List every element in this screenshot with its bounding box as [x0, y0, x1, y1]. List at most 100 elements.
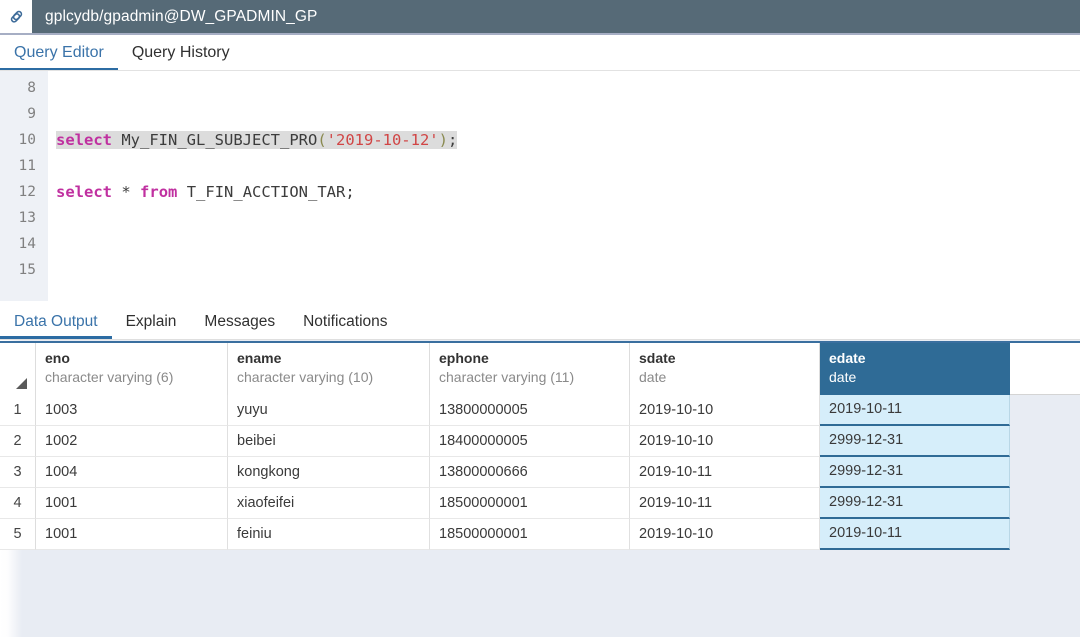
editor-line: 8	[0, 75, 1080, 101]
cell-ephone[interactable]: 13800000666	[430, 457, 630, 488]
grid-column-header-ephone[interactable]: ephone character varying (11)	[430, 343, 630, 395]
code-token: My_FIN_GL_SUBJECT_PRO	[121, 131, 318, 149]
column-type: character varying (10)	[237, 369, 374, 385]
column-name: ephone	[439, 350, 489, 366]
row-number[interactable]: 4	[0, 488, 36, 519]
table-row[interactable]: 2 1002 beibei 18400000005 2019-10-10 2999-12-…	[0, 426, 1080, 457]
grid-column-header-edate[interactable]: edate date	[820, 343, 1010, 395]
cell-edate[interactable]: 2999-12-31	[820, 457, 1010, 488]
cell-edate[interactable]: 2999-12-31	[820, 426, 1010, 457]
code-token: )	[438, 131, 448, 149]
cell-sdate[interactable]: 2019-10-10	[630, 395, 820, 426]
editor-line-number: 8	[27, 80, 36, 96]
sql-editor[interactable]: 8 9 10 select My_FIN_GL_SUBJECT_PRO('2019-1…	[0, 71, 1080, 301]
editor-tabbar: Query Editor Query History	[0, 35, 1080, 71]
cell-edate[interactable]: 2019-10-11	[820, 519, 1010, 550]
cell-ephone[interactable]: 18400000005	[430, 426, 630, 457]
cell-sdate[interactable]: 2019-10-11	[630, 488, 820, 519]
connection-icon-box	[0, 0, 32, 33]
results-pane: Data Output Explain Messages Notificatio…	[0, 301, 1080, 637]
cell-ephone[interactable]: 18500000001	[430, 519, 630, 550]
cell-edate[interactable]: 2999-12-31	[820, 488, 1010, 519]
code-token: ;	[447, 131, 458, 149]
editor-line: 10 select My_FIN_GL_SUBJECT_PRO('2019-10-…	[0, 127, 1080, 153]
cell-eno[interactable]: 1001	[36, 519, 228, 550]
pgadmin-query-tool-window: gplcydb/gpadmin@DW_GPADMIN_GP Query Edit…	[0, 0, 1080, 637]
table-row[interactable]: 5 1001 feiniu 18500000001 2019-10-10 2019-10-…	[0, 519, 1080, 550]
editor-line-number: 12	[18, 184, 36, 200]
select-all-triangle-icon[interactable]	[16, 378, 27, 389]
code-token: ;	[345, 183, 355, 201]
code-token: *	[121, 183, 131, 201]
editor-line-number: 9	[27, 106, 36, 122]
table-row[interactable]: 4 1001 xiaofeifei 18500000001 2019-10-11 2999…	[0, 488, 1080, 519]
cell-eno[interactable]: 1004	[36, 457, 228, 488]
code-token: '2019-10-12'	[326, 131, 439, 149]
editor-line-number: 13	[18, 210, 36, 226]
column-name: eno	[45, 350, 70, 366]
cell-sdate[interactable]: 2019-10-10	[630, 426, 820, 457]
tab-explain[interactable]: Explain	[112, 312, 191, 339]
editor-code-area[interactable]: 8 9 10 select My_FIN_GL_SUBJECT_PRO('2019-1…	[0, 71, 1080, 283]
row-number[interactable]: 1	[0, 395, 36, 426]
tab-query-history[interactable]: Query History	[118, 43, 244, 71]
grid-corner-header[interactable]	[0, 343, 36, 395]
cell-sdate[interactable]: 2019-10-11	[630, 457, 820, 488]
cell-ename[interactable]: kongkong	[228, 457, 430, 488]
results-tabbar: Data Output Explain Messages Notificatio…	[0, 301, 1080, 339]
editor-code-line: select My_FIN_GL_SUBJECT_PRO('2019-10-12…	[56, 127, 458, 153]
column-type: date	[639, 369, 667, 385]
table-row[interactable]: 3 1004 kongkong 13800000666 2019-10-11 2999-1…	[0, 457, 1080, 488]
cell-edate[interactable]: 2019-10-11	[820, 395, 1010, 426]
cell-ename[interactable]: yuyu	[228, 395, 430, 426]
column-type: character varying (6)	[45, 369, 174, 385]
code-token: select	[56, 183, 112, 201]
grid-column-header-ename[interactable]: ename character varying (10)	[228, 343, 430, 395]
tab-messages[interactable]: Messages	[190, 312, 289, 339]
cell-sdate[interactable]: 2019-10-10	[630, 519, 820, 550]
table-row[interactable]: 1 1003 yuyu 13800000005 2019-10-10 2019-10-11	[0, 395, 1080, 426]
cell-ename[interactable]: feiniu	[228, 519, 430, 550]
editor-line: 15	[0, 257, 1080, 283]
cell-ename[interactable]: xiaofeifei	[228, 488, 430, 519]
editor-line-number: 14	[18, 236, 36, 252]
editor-code-line: select * from T_FIN_ACCTION_TAR;	[56, 179, 355, 205]
row-number[interactable]: 3	[0, 457, 36, 488]
cell-ephone[interactable]: 13800000005	[430, 395, 630, 426]
grid-column-header-eno[interactable]: eno character varying (6)	[36, 343, 228, 395]
row-number[interactable]: 5	[0, 519, 36, 550]
grid-column-header-sdate[interactable]: sdate date	[630, 343, 820, 395]
tab-data-output[interactable]: Data Output	[0, 312, 112, 339]
column-type: date	[829, 369, 857, 385]
code-token: from	[140, 183, 178, 201]
cell-eno[interactable]: 1003	[36, 395, 228, 426]
connection-titlebar: gplcydb/gpadmin@DW_GPADMIN_GP	[0, 0, 1080, 33]
editor-line: 12 select * from T_FIN_ACCTION_TAR;	[0, 179, 1080, 205]
connection-link-icon	[10, 10, 22, 23]
editor-line: 9	[0, 101, 1080, 127]
row-number[interactable]: 2	[0, 426, 36, 457]
editor-line-number: 11	[18, 158, 36, 174]
tab-notifications[interactable]: Notifications	[289, 312, 401, 339]
editor-line: 11	[0, 153, 1080, 179]
code-token: (	[317, 131, 327, 149]
code-token: T_FIN_ACCTION_TAR	[186, 183, 346, 201]
code-token: select	[56, 131, 112, 149]
data-output-grid[interactable]: eno character varying (6) ename character v…	[0, 341, 1080, 553]
editor-line-number: 10	[18, 132, 36, 148]
cell-ephone[interactable]: 18500000001	[430, 488, 630, 519]
column-type: character varying (11)	[439, 369, 575, 385]
editor-line: 13	[0, 205, 1080, 231]
cell-eno[interactable]: 1001	[36, 488, 228, 519]
editor-line: 14	[0, 231, 1080, 257]
connection-title: gplcydb/gpadmin@DW_GPADMIN_GP	[45, 7, 318, 25]
editor-line-number: 15	[18, 262, 36, 278]
cell-ename[interactable]: beibei	[228, 426, 430, 457]
tab-query-editor[interactable]: Query Editor	[0, 43, 118, 71]
grid-header-row: eno character varying (6) ename character v…	[0, 341, 1080, 395]
cell-eno[interactable]: 1002	[36, 426, 228, 457]
